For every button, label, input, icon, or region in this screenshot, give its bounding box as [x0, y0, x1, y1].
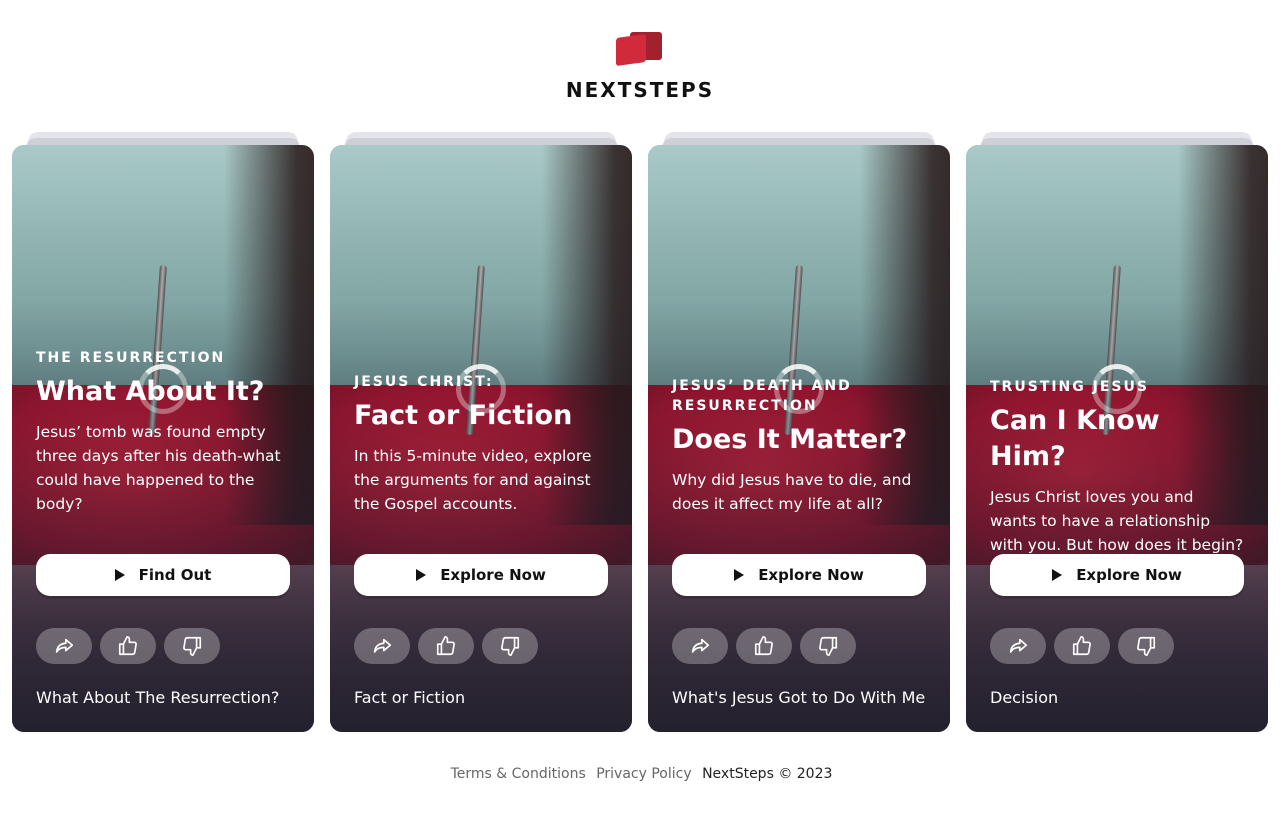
privacy-link[interactable]: Privacy Policy: [596, 766, 691, 782]
card-panel: TRUSTING JESUS Can I Know Him? Jesus Chr…: [966, 145, 1268, 732]
card-carousel: THE RESURRECTION What About It? Jesus’ t…: [12, 132, 1268, 732]
thumbs-up-icon: [1072, 636, 1091, 656]
play-icon: [114, 569, 125, 581]
brand-name[interactable]: NEXTSTEPS: [0, 78, 1280, 102]
share-button[interactable]: [672, 628, 728, 664]
thumbs-down-icon: [819, 636, 838, 656]
play-icon: [416, 569, 427, 581]
card-footer-title[interactable]: Decision: [990, 686, 1258, 710]
share-icon: [1009, 638, 1028, 653]
dislike-button[interactable]: [164, 628, 220, 664]
dislike-button[interactable]: [800, 628, 856, 664]
like-button[interactable]: [736, 628, 792, 664]
card-title: What About It?: [36, 376, 265, 407]
card-footer-title[interactable]: What About The Resurrection?: [36, 686, 304, 710]
nextsteps-logo-icon[interactable]: [616, 30, 664, 67]
site-header: NEXTSTEPS: [0, 30, 1280, 102]
card-kicker: TRUSTING JESUS: [990, 379, 1149, 395]
card-actions: [36, 628, 220, 664]
card-title: Fact or Fiction: [354, 400, 573, 431]
card-footer-title[interactable]: Fact or Fiction: [354, 686, 622, 710]
story-card: JESUS CHRIST: Fact or Fiction In this 5-…: [330, 132, 632, 732]
card-kicker: JESUS’ DEATH AND RESURRECTION: [672, 378, 852, 414]
card-actions: [990, 628, 1174, 664]
thumbs-down-icon: [183, 636, 202, 656]
card-description: Why did Jesus have to die, and does it a…: [672, 471, 912, 513]
thumbs-up-icon: [118, 636, 137, 656]
cta-label: Explore Now: [440, 566, 546, 584]
story-card: JESUS’ DEATH AND RESURRECTION Does It Ma…: [648, 132, 950, 732]
explore-now-button[interactable]: Explore Now: [990, 554, 1244, 596]
explore-now-button[interactable]: Explore Now: [354, 554, 608, 596]
cta-label: Explore Now: [1076, 566, 1182, 584]
like-button[interactable]: [1054, 628, 1110, 664]
card-title: Can I Know Him?: [990, 405, 1160, 472]
like-button[interactable]: [418, 628, 474, 664]
thumbs-down-icon: [1137, 636, 1156, 656]
site-footer: Terms & Conditions Privacy Policy NextSt…: [0, 766, 1280, 782]
share-icon: [55, 638, 74, 653]
story-card: TRUSTING JESUS Can I Know Him? Jesus Chr…: [966, 132, 1268, 732]
thumbs-down-icon: [501, 636, 520, 656]
card-kicker: JESUS CHRIST:: [354, 374, 494, 390]
card-panel: JESUS’ DEATH AND RESURRECTION Does It Ma…: [648, 145, 950, 732]
play-icon: [1052, 569, 1063, 581]
card-footer-title[interactable]: What's Jesus Got to Do With Me: [672, 686, 940, 710]
card-description: Jesus’ tomb was found empty three days a…: [36, 423, 281, 513]
card-actions: [354, 628, 538, 664]
cta-label: Explore Now: [758, 566, 864, 584]
play-icon: [734, 569, 745, 581]
share-button[interactable]: [990, 628, 1046, 664]
story-card: THE RESURRECTION What About It? Jesus’ t…: [12, 132, 314, 732]
card-kicker: THE RESURRECTION: [36, 350, 226, 366]
thumbs-up-icon: [436, 636, 455, 656]
card-panel: THE RESURRECTION What About It? Jesus’ t…: [12, 145, 314, 732]
copyright-text: NextSteps © 2023: [702, 766, 833, 782]
share-button[interactable]: [354, 628, 410, 664]
card-actions: [672, 628, 856, 664]
card-description: Jesus Christ loves you and wants to have…: [990, 488, 1244, 554]
like-button[interactable]: [100, 628, 156, 664]
find-out-button[interactable]: Find Out: [36, 554, 290, 596]
share-icon: [373, 638, 392, 653]
terms-link[interactable]: Terms & Conditions: [451, 766, 586, 782]
share-button[interactable]: [36, 628, 92, 664]
card-title: Does It Matter?: [672, 424, 908, 455]
dislike-button[interactable]: [482, 628, 538, 664]
card-description: In this 5-minute video, explore the argu…: [354, 447, 592, 513]
explore-now-button[interactable]: Explore Now: [672, 554, 926, 596]
card-panel: JESUS CHRIST: Fact or Fiction In this 5-…: [330, 145, 632, 732]
cta-label: Find Out: [138, 566, 212, 584]
share-icon: [691, 638, 710, 653]
thumbs-up-icon: [754, 636, 773, 656]
dislike-button[interactable]: [1118, 628, 1174, 664]
